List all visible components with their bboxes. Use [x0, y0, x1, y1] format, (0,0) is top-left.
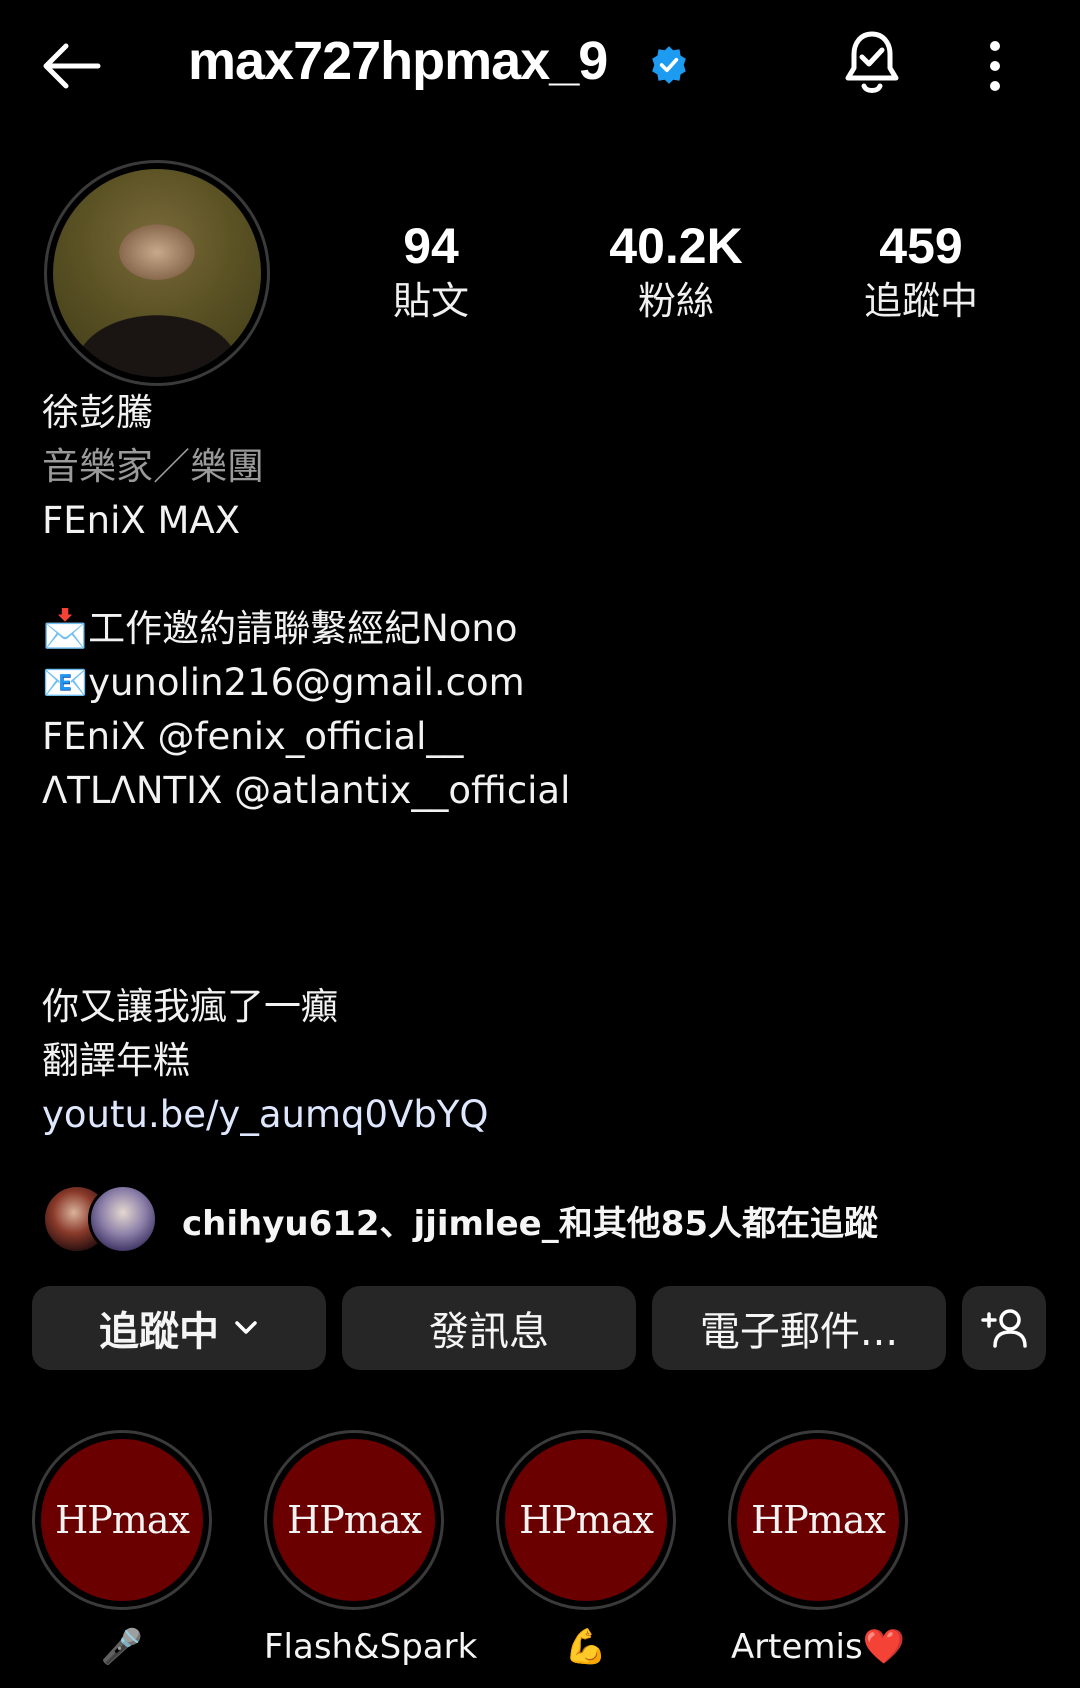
story-highlight[interactable]: HPmax Flash&Spark: [264, 1430, 478, 1670]
message-button-label: 發訊息: [429, 1309, 549, 1355]
bio-link[interactable]: youtu.be/y_aumq0VbYQ: [42, 1088, 1042, 1142]
highlight-label: 💪: [564, 1627, 608, 1667]
suggested-users-button[interactable]: [962, 1286, 1046, 1370]
more-vertical-icon: [990, 41, 1000, 91]
followers-label: 粉絲: [637, 279, 714, 323]
highlight-cover: HPmax: [273, 1439, 435, 1601]
profile-page: max727hpmax_9 94 貼文 40.2K 粉絲 459 追蹤中 徐彭騰…: [0, 0, 1080, 1688]
verified-badge-icon: [652, 46, 686, 84]
back-button[interactable]: [40, 38, 110, 94]
bio-email[interactable]: 📧yunolin216@gmail.com: [42, 656, 1042, 710]
avatar-image: [53, 169, 261, 377]
highlight-cover: HPmax: [41, 1439, 203, 1601]
chevron-down-icon: [235, 1321, 257, 1334]
email-button-label: 電子郵件...: [699, 1309, 899, 1355]
profile-category: 音樂家／樂團: [42, 445, 264, 488]
following-stat[interactable]: 459 追蹤中: [821, 218, 1021, 324]
following-count: 459: [879, 218, 963, 274]
story-highlight[interactable]: HPmax Artemis❤️: [728, 1430, 908, 1670]
highlight-label: Artemis❤️: [730, 1627, 906, 1667]
display-name: 徐彭騰: [42, 391, 153, 434]
story-highlight[interactable]: HPmax 💪: [496, 1430, 676, 1670]
mutual-followers-text: chihyu612、jjimlee_和其他85人都在追蹤: [182, 1204, 879, 1244]
mutual-followers[interactable]: chihyu612、jjimlee_和其他85人都在追蹤: [42, 1184, 1042, 1254]
notifications-button[interactable]: [840, 28, 904, 98]
posts-label: 貼文: [392, 279, 469, 323]
bio-line: 翻譯年糕: [42, 1039, 190, 1082]
story-highlight[interactable]: HPmax 🎤: [32, 1430, 212, 1670]
profile-avatar[interactable]: [44, 160, 270, 386]
more-options-button[interactable]: [980, 36, 1010, 96]
highlight-label: 🎤: [100, 1627, 144, 1667]
posts-count: 94: [403, 218, 459, 274]
profile-bio: 徐彭騰 音樂家／樂團 FEniX MAX 📩工作邀約請聯繫經紀Nono 📧yun…: [42, 386, 1042, 1142]
mutual-follower-avatar: [88, 1184, 158, 1254]
profile-username: max727hpmax_9: [188, 31, 608, 91]
arrow-left-icon: [43, 43, 101, 89]
bio-line: ΛTLΛNTIX @atlantix__official: [42, 769, 571, 812]
notification-bell-icon: [845, 31, 899, 93]
highlight-cover: HPmax: [505, 1439, 667, 1601]
bio-line: FEniX MAX: [42, 499, 241, 542]
bio-line: 你又讓我瘋了一癲: [42, 985, 338, 1028]
message-button[interactable]: 發訊息: [342, 1286, 636, 1370]
followers-stat[interactable]: 40.2K 粉絲: [576, 218, 776, 324]
following-button[interactable]: 追蹤中: [32, 1286, 326, 1370]
bio-line: FEniX @fenix_official__: [42, 715, 464, 758]
highlight-cover: HPmax: [737, 1439, 899, 1601]
email-button[interactable]: 電子郵件...: [652, 1286, 946, 1370]
following-button-label: 追蹤中: [99, 1309, 219, 1355]
followers-count: 40.2K: [609, 218, 743, 274]
top-bar: max727hpmax_9: [0, 0, 1080, 130]
add-user-icon: [981, 1309, 1027, 1348]
following-label: 追蹤中: [863, 279, 978, 323]
posts-stat[interactable]: 94 貼文: [331, 218, 531, 324]
highlight-label: Flash&Spark: [264, 1627, 478, 1667]
bio-line: 📩工作邀約請聯繫經紀Nono: [42, 607, 518, 650]
